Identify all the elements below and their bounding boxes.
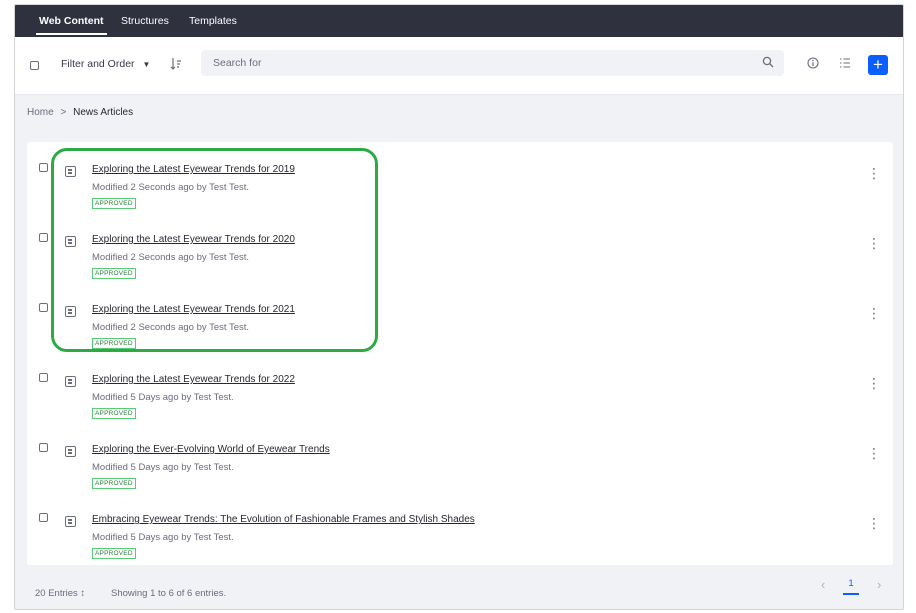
- status-badge: APPROVED: [92, 268, 136, 279]
- vertical-ellipsis-icon[interactable]: ⋮: [867, 376, 881, 390]
- list-item: Embracing Eyewear Trends: The Evolution …: [27, 501, 893, 571]
- list-view-icon[interactable]: [838, 57, 852, 72]
- sort-icon[interactable]: [169, 57, 183, 74]
- search-input[interactable]: Search for: [213, 57, 261, 69]
- list-item: Exploring the Ever-Evolving World of Eye…: [27, 431, 893, 501]
- vertical-ellipsis-icon[interactable]: ⋮: [867, 236, 881, 250]
- list-item: Exploring the Latest Eyewear Trends for …: [27, 291, 893, 361]
- filter-and-order-dropdown[interactable]: Filter and Order ▼: [61, 58, 150, 70]
- status-badge: APPROVED: [92, 338, 136, 349]
- article-title-link[interactable]: Exploring the Latest Eyewear Trends for …: [92, 234, 295, 245]
- web-content-article-icon: [65, 236, 76, 247]
- vertical-ellipsis-icon[interactable]: ⋮: [867, 166, 881, 180]
- breadcrumb-current: News Articles: [73, 107, 134, 118]
- info-icon[interactable]: [806, 57, 820, 72]
- add-button[interactable]: +: [868, 55, 888, 75]
- article-title-link[interactable]: Exploring the Latest Eyewear Trends for …: [92, 304, 295, 315]
- filter-and-order-label: Filter and Order: [61, 58, 135, 70]
- list-item: Exploring the Latest Eyewear Trends for …: [27, 361, 893, 431]
- search-bar: Search for: [201, 50, 784, 76]
- breadcrumb: Home > News Articles: [27, 107, 133, 118]
- article-title-link[interactable]: Exploring the Latest Eyewear Trends for …: [92, 164, 295, 175]
- row-checkbox[interactable]: [39, 163, 48, 172]
- article-modified-info: Modified 5 Days ago by Test Test.: [92, 462, 234, 473]
- select-all-checkbox[interactable]: [30, 61, 39, 70]
- status-badge: APPROVED: [92, 408, 136, 419]
- vertical-ellipsis-icon[interactable]: ⋮: [867, 516, 881, 530]
- search-icon[interactable]: [761, 56, 775, 71]
- web-content-article-icon: [65, 376, 76, 387]
- tab-structures[interactable]: Structures: [121, 5, 169, 37]
- top-navigation-bar: Web Content Structures Templates: [15, 5, 903, 37]
- vertical-ellipsis-icon[interactable]: ⋮: [867, 306, 881, 320]
- management-toolbar: Filter and Order ▼ Search for +: [15, 37, 903, 95]
- row-checkbox[interactable]: [39, 233, 48, 242]
- web-content-article-icon: [65, 516, 76, 527]
- row-checkbox[interactable]: [39, 303, 48, 312]
- article-title-link[interactable]: Exploring the Ever-Evolving World of Eye…: [92, 444, 330, 455]
- web-content-article-icon: [65, 306, 76, 317]
- web-content-article-icon: [65, 446, 76, 457]
- breadcrumb-home[interactable]: Home: [27, 107, 54, 118]
- breadcrumb-separator: >: [60, 107, 67, 118]
- tab-web-content[interactable]: Web Content: [36, 5, 107, 37]
- web-content-admin-frame: Web Content Structures Templates Filter …: [14, 4, 904, 610]
- article-modified-info: Modified 2 Seconds ago by Test Test.: [92, 322, 250, 333]
- vertical-ellipsis-icon[interactable]: ⋮: [867, 446, 881, 460]
- caret-down-icon: ▼: [142, 60, 151, 69]
- article-list: Exploring the Latest Eyewear Trends for …: [27, 142, 893, 565]
- status-badge: APPROVED: [92, 198, 136, 209]
- article-modified-info: Modified 5 Days ago by Test Test.: [92, 392, 234, 403]
- article-modified-info: Modified 2 Seconds ago by Test Test.: [92, 252, 250, 263]
- status-badge: APPROVED: [92, 548, 136, 559]
- article-modified-info: Modified 5 Days ago by Test Test.: [92, 532, 234, 543]
- pagination: ‹ 1 ›: [813, 575, 893, 595]
- status-badge: APPROVED: [92, 478, 136, 489]
- pagination-results-text: Showing 1 to 6 of 6 entries.: [111, 588, 227, 599]
- row-checkbox[interactable]: [39, 373, 48, 382]
- list-item: Exploring the Latest Eyewear Trends for …: [27, 151, 893, 221]
- article-title-link[interactable]: Exploring the Latest Eyewear Trends for …: [92, 374, 295, 385]
- row-checkbox[interactable]: [39, 513, 48, 522]
- chevron-right-icon[interactable]: ›: [877, 577, 881, 592]
- list-item: Exploring the Latest Eyewear Trends for …: [27, 221, 893, 291]
- page-link-current[interactable]: 1: [841, 575, 861, 595]
- web-content-article-icon: [65, 166, 76, 177]
- chevron-left-icon[interactable]: ‹: [821, 577, 825, 592]
- entries-per-page-select[interactable]: 20 Entries ↕: [35, 588, 85, 599]
- article-title-link[interactable]: Embracing Eyewear Trends: The Evolution …: [92, 514, 475, 525]
- tab-templates[interactable]: Templates: [189, 5, 237, 37]
- article-modified-info: Modified 2 Seconds ago by Test Test.: [92, 182, 250, 193]
- row-checkbox[interactable]: [39, 443, 48, 452]
